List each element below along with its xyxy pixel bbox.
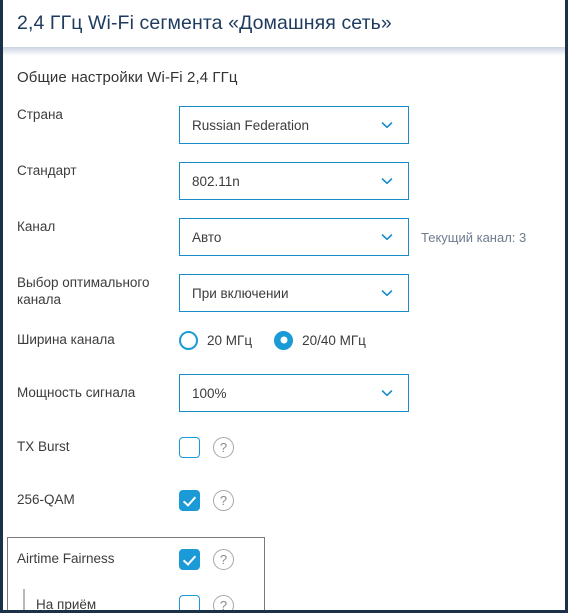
radio-option-2040mhz[interactable]: 20/40 МГц (274, 330, 366, 350)
control-tx-burst: ? (179, 434, 565, 460)
question-mark-icon[interactable]: ? (213, 594, 234, 610)
row-airtime-fairness-rx: На приём ? (3, 589, 565, 612)
airtime-fairness-checkbox-wrap: ? (179, 546, 234, 572)
radio-2040mhz[interactable] (274, 330, 294, 350)
row-country: Страна Russian Federation (3, 106, 565, 144)
label-airtime-fairness: Airtime Fairness (17, 551, 115, 566)
label-optimal-channel: Выбор оптимального канала (3, 274, 179, 308)
row-tx-burst: TX Burst ? (3, 434, 565, 462)
radio-label-2040mhz: 20/40 МГц (302, 332, 366, 348)
settings-content: Общие настройки Wi-Fi 2,4 ГГц Страна Rus… (3, 56, 565, 612)
optimal-channel-select-value: При включении (192, 285, 289, 301)
label-optimal-channel-line2: канала (17, 292, 62, 307)
control-channel: Авто Текущий канал: 3 (179, 218, 565, 256)
row-channel: Канал Авто Текущий канал: 3 (3, 218, 565, 256)
channel-select-value: Авто (192, 229, 222, 245)
chevron-down-icon (380, 174, 394, 188)
qam256-checkbox[interactable] (179, 489, 200, 511)
chevron-down-icon (380, 286, 394, 300)
label-tx-burst: TX Burst (17, 439, 70, 454)
settings-rows: Страна Russian Federation Стандарт 802.1… (3, 106, 565, 612)
optimal-channel-select[interactable]: При включении (179, 274, 409, 312)
row-channel-width: Ширина канала 20 МГц 20/40 МГц (3, 326, 565, 354)
control-airtime-fairness-rx: ? (179, 592, 565, 610)
page-title: 2,4 ГГц Wi-Fi сегмента «Домашняя сеть» (17, 12, 392, 34)
standard-select-value: 802.11n (192, 173, 240, 189)
question-mark-icon[interactable]: ? (213, 548, 234, 570)
chevron-down-icon (380, 230, 394, 244)
control-256qam: ? (179, 487, 565, 513)
country-select[interactable]: Russian Federation (179, 106, 409, 144)
row-256qam: 256-QAM ? (3, 487, 565, 515)
control-signal-power: 100% (179, 374, 565, 412)
control-standard: 802.11n (179, 162, 565, 200)
chevron-down-icon (380, 118, 394, 132)
tx-burst-checkbox-wrap: ? (179, 434, 234, 460)
airtime-fairness-checkbox[interactable] (179, 548, 200, 570)
label-standard: Стандарт (17, 163, 77, 178)
section-title: Общие настройки Wi-Fi 2,4 ГГц (17, 69, 238, 86)
label-country: Страна (17, 107, 63, 122)
row-signal-power: Мощность сигнала 100% (3, 374, 565, 412)
current-channel-hint: Текущий канал: 3 (421, 229, 527, 245)
control-channel-width: 20 МГц 20/40 МГц (179, 326, 565, 354)
label-channel: Канал (17, 219, 56, 234)
radio-option-20mhz[interactable]: 20 МГц (179, 330, 253, 350)
country-select-value: Russian Federation (192, 117, 310, 133)
label-channel-width: Ширина канала (17, 332, 115, 347)
control-airtime-fairness: ? (179, 546, 565, 572)
label-signal-power: Мощность сигнала (17, 385, 136, 400)
row-airtime-fairness: Airtime Fairness ? (3, 546, 565, 572)
row-optimal-channel: Выбор оптимального канала При включении (3, 274, 565, 312)
airtime-fairness-group-inner: Airtime Fairness ? На приём ? (3, 537, 565, 612)
header-divider-shadow (3, 47, 565, 56)
question-mark-icon[interactable]: ? (213, 436, 234, 458)
control-optimal-channel: При включении (179, 274, 565, 312)
chevron-down-icon (380, 386, 394, 400)
channel-width-radio-group: 20 МГц 20/40 МГц (179, 326, 388, 354)
control-country: Russian Federation (179, 106, 565, 144)
label-optimal-channel-line1: Выбор оптимального (17, 275, 150, 290)
signal-power-select[interactable]: 100% (179, 374, 409, 412)
airtime-fairness-group: Airtime Fairness ? На приём ? (3, 537, 565, 612)
question-mark-icon[interactable]: ? (213, 489, 234, 511)
nested-indent-bar (23, 589, 25, 610)
airtime-fairness-rx-checkbox[interactable] (179, 594, 200, 610)
row-standard: Стандарт 802.11n (3, 162, 565, 200)
standard-select[interactable]: 802.11n (179, 162, 409, 200)
settings-window: 2,4 ГГц Wi-Fi сегмента «Домашняя сеть» О… (0, 0, 568, 613)
airtime-fairness-rx-checkbox-wrap: ? (179, 592, 234, 610)
label-airtime-fairness-rx: На приём (36, 597, 97, 612)
qam256-checkbox-wrap: ? (179, 487, 234, 513)
signal-power-select-value: 100% (192, 385, 227, 401)
radio-20mhz[interactable] (179, 330, 198, 350)
label-256qam: 256-QAM (17, 492, 75, 507)
channel-select[interactable]: Авто (179, 218, 409, 256)
radio-label-20mhz: 20 МГц (207, 332, 253, 348)
tx-burst-checkbox[interactable] (179, 436, 200, 458)
window-header: 2,4 ГГц Wi-Fi сегмента «Домашняя сеть» (3, 0, 565, 47)
